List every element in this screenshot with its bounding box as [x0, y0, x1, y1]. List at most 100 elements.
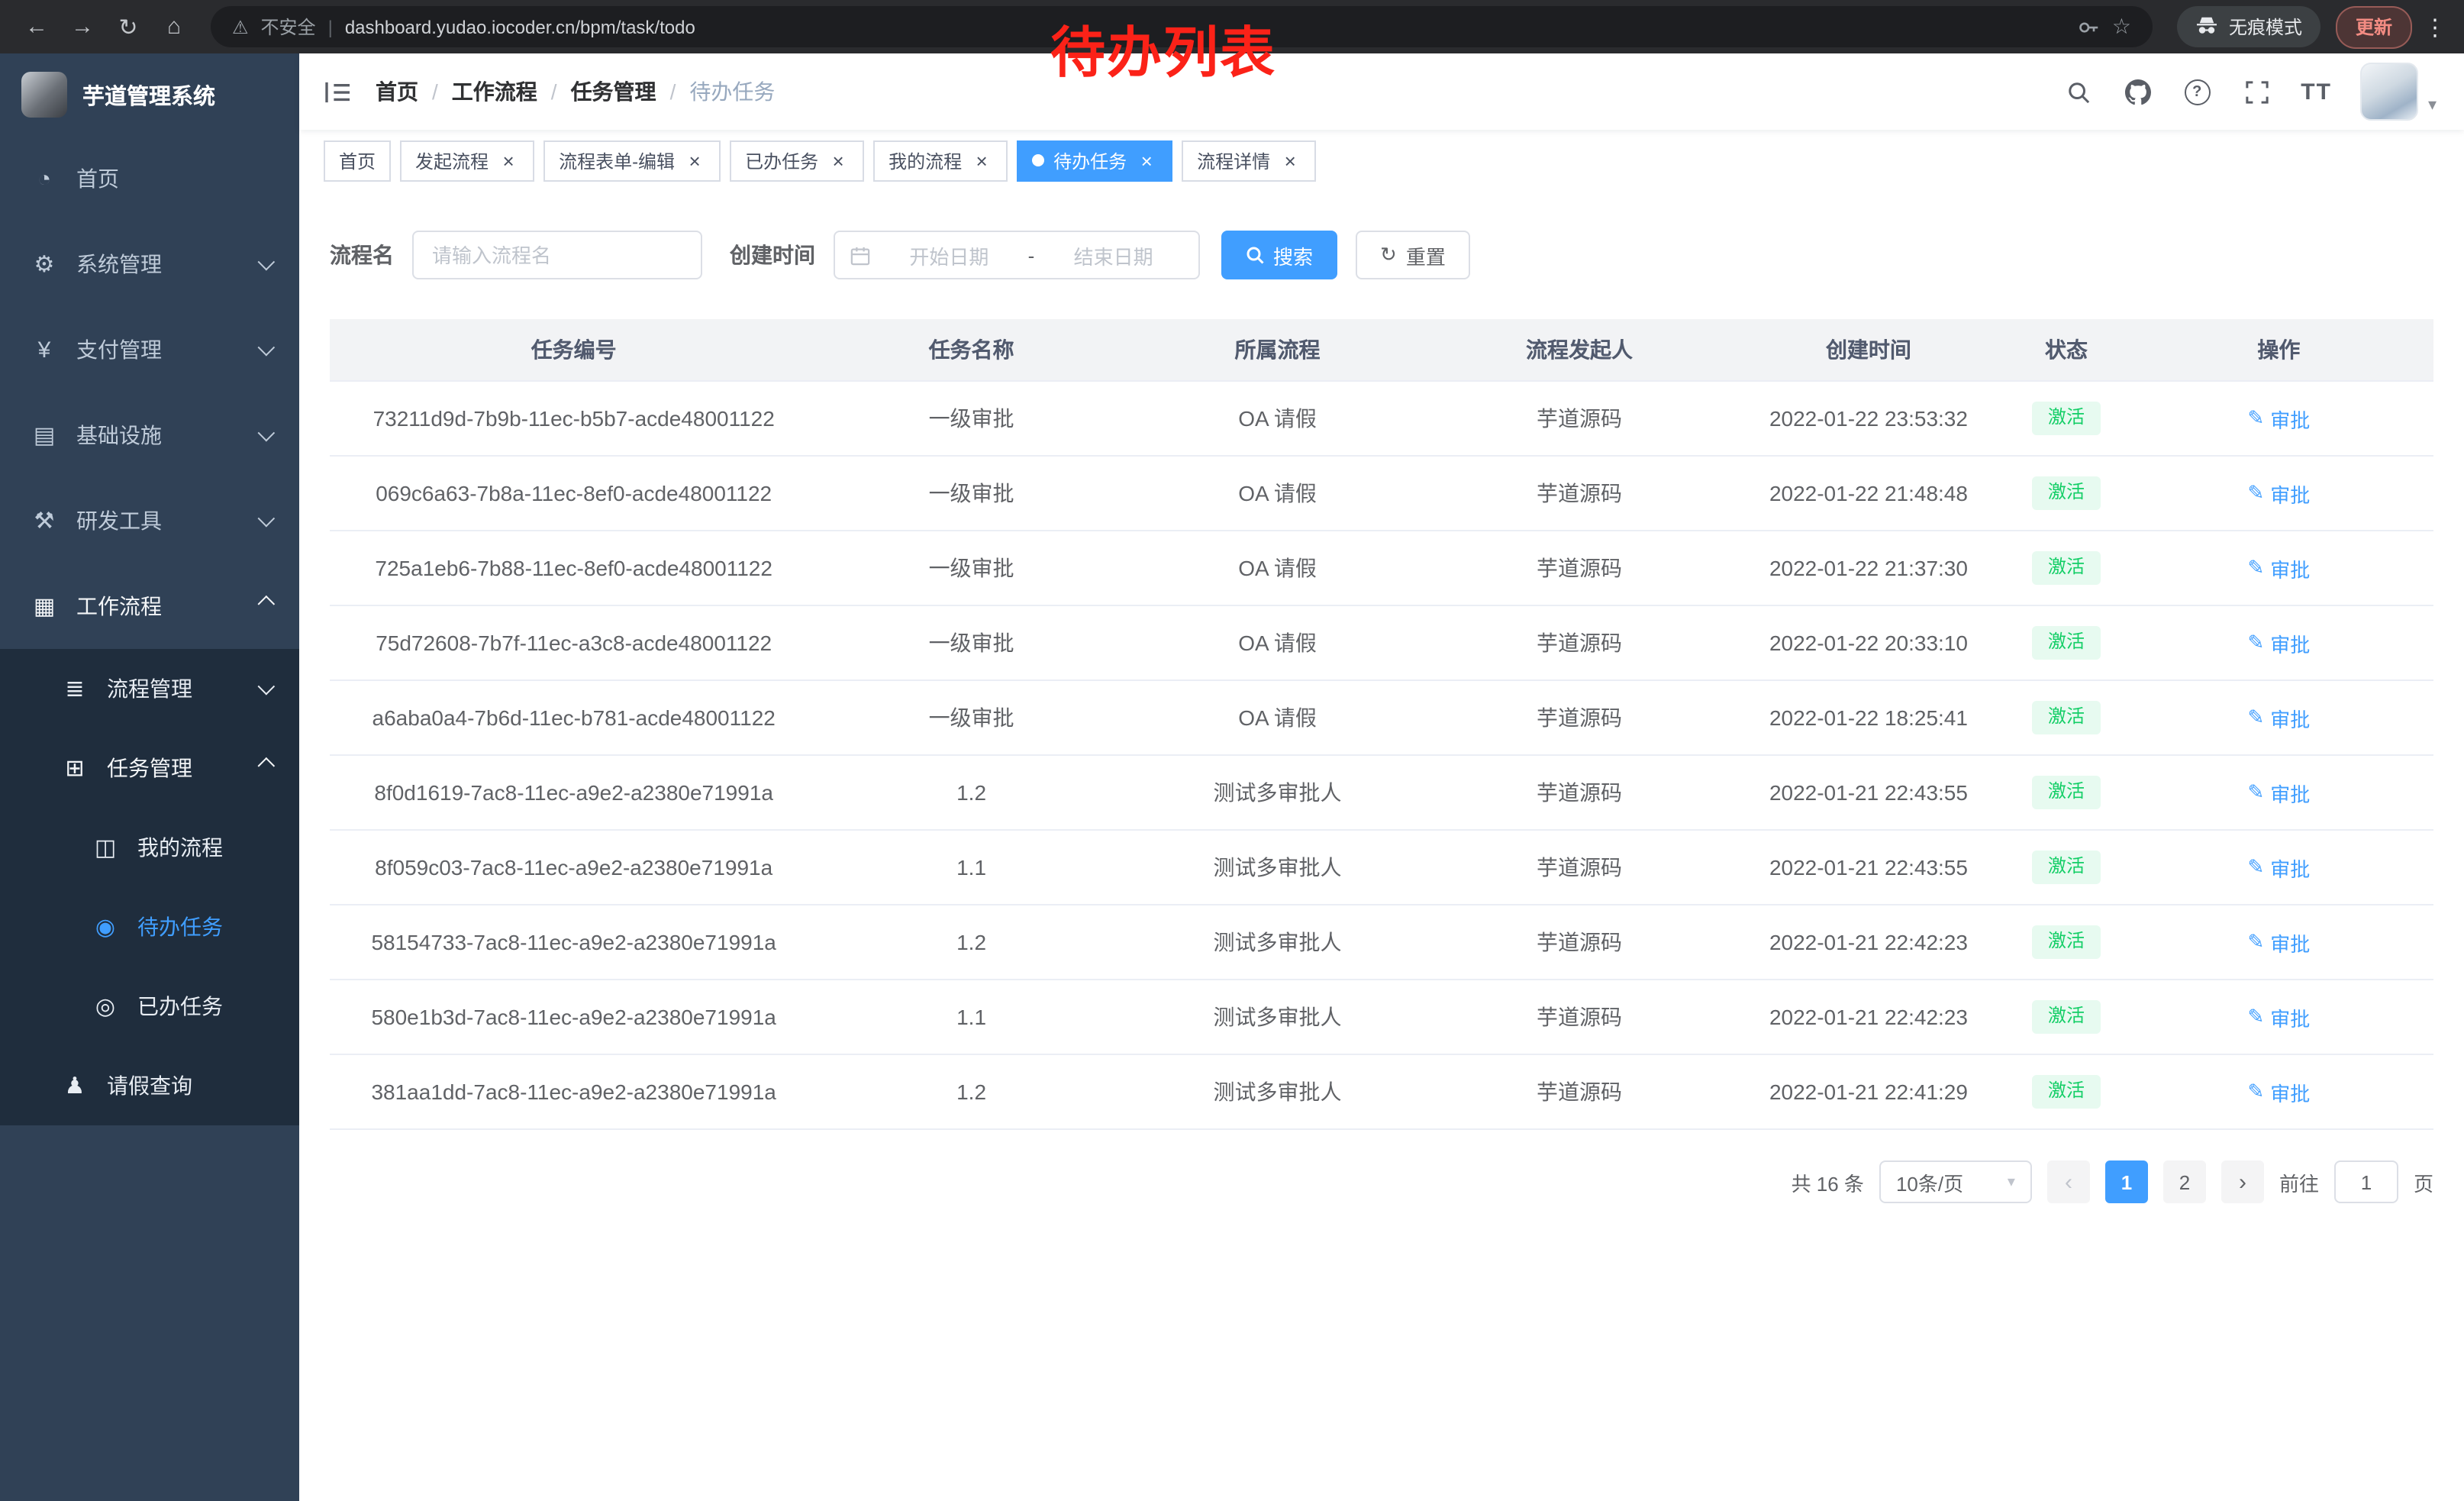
status-badge: 激活	[2033, 551, 2100, 584]
approve-link[interactable]: ✎ 审批	[2247, 703, 2310, 732]
approve-link[interactable]: ✎ 审批	[2247, 778, 2310, 807]
cell-task-id: 725a1eb6-7b88-11ec-8ef0-acde48001122	[330, 531, 818, 605]
tab-home[interactable]: 首页	[324, 140, 391, 181]
sidebar-item-my-process[interactable]: ◫ 我的流程	[0, 808, 299, 887]
cell-action: ✎ 审批	[2124, 1054, 2433, 1129]
browser-back-button[interactable]: ←	[15, 5, 58, 48]
sidebar-item-done-task[interactable]: ◎ 已办任务	[0, 967, 299, 1046]
sidebar-item-task-management[interactable]: ⊞ 任务管理	[0, 728, 299, 808]
tab-done-task[interactable]: 已办任务 ×	[730, 140, 864, 181]
user-menu[interactable]: ▾	[2361, 63, 2437, 121]
chevron-down-icon	[258, 339, 276, 357]
close-icon[interactable]: ×	[1136, 150, 1157, 171]
table-header-row: 任务编号 任务名称 所属流程 流程发起人 创建时间 状态 操作	[330, 319, 2433, 381]
tab-start-process[interactable]: 发起流程 ×	[400, 140, 534, 181]
close-icon[interactable]: ×	[498, 150, 519, 171]
sidebar-logo[interactable]: 芋道管理系统	[0, 53, 299, 136]
breadcrumb-workflow[interactable]: 工作流程	[452, 76, 537, 107]
process-name-input[interactable]	[412, 231, 702, 279]
date-range-picker[interactable]: 开始日期 - 结束日期	[834, 231, 1200, 279]
edit-icon: ✎	[2247, 705, 2264, 730]
cell-initiator: 芋道源码	[1430, 905, 1728, 980]
sidebar-item-leave-query[interactable]: ♟ 请假查询	[0, 1046, 299, 1125]
prev-page-button[interactable]: ‹	[2047, 1160, 2090, 1203]
cell-created: 2022-01-21 22:42:23	[1729, 980, 2009, 1054]
page-button-1[interactable]: 1	[2105, 1160, 2148, 1203]
cell-task-name: 1.2	[818, 905, 1124, 980]
start-date-placeholder[interactable]: 开始日期	[879, 240, 1019, 270]
password-key-icon[interactable]	[2079, 16, 2100, 37]
approve-link[interactable]: ✎ 审批	[2247, 928, 2310, 957]
sidebar-item-infrastructure[interactable]: ▤ 基础设施	[0, 392, 299, 478]
close-icon[interactable]: ×	[1279, 150, 1301, 171]
close-icon[interactable]: ×	[827, 150, 849, 171]
tab-process-form-edit[interactable]: 流程表单-编辑 ×	[543, 140, 721, 181]
font-size-icon[interactable]: TT	[2301, 79, 2332, 105]
edit-icon: ✎	[2247, 780, 2264, 805]
active-dot	[1032, 154, 1044, 166]
tags-view: 首页 发起流程 × 流程表单-编辑 × 已办任务 × 我的流程 ×	[299, 130, 2464, 191]
close-icon[interactable]: ×	[971, 150, 992, 171]
approve-link[interactable]: ✎ 审批	[2247, 1077, 2310, 1106]
process-name-label: 流程名	[330, 240, 394, 270]
edit-icon: ✎	[2247, 631, 2264, 655]
browser-home-button[interactable]: ⌂	[153, 5, 195, 48]
sidebar-item-devtools[interactable]: ⚒ 研发工具	[0, 478, 299, 563]
github-icon[interactable]	[2122, 76, 2153, 107]
browser-reload-button[interactable]: ↻	[107, 5, 150, 48]
approve-link[interactable]: ✎ 审批	[2247, 404, 2310, 433]
end-date-placeholder[interactable]: 结束日期	[1043, 240, 1183, 270]
security-label[interactable]: 不安全	[261, 14, 316, 40]
top-navbar: 首页 / 工作流程 / 任务管理 / 待办任务 ?	[299, 53, 2464, 130]
user-icon: ♟	[61, 1072, 89, 1099]
status-badge: 激活	[2033, 1075, 2100, 1108]
breadcrumb-home[interactable]: 首页	[376, 76, 418, 107]
next-page-button[interactable]: ›	[2221, 1160, 2264, 1203]
cell-process: 测试多审批人	[1125, 980, 1430, 1054]
bookmark-star-icon[interactable]: ☆	[2112, 14, 2131, 40]
sidebar-item-payment[interactable]: ¥ 支付管理	[0, 307, 299, 392]
tab-process-detail[interactable]: 流程详情 ×	[1182, 140, 1316, 181]
breadcrumb-task-management[interactable]: 任务管理	[571, 76, 656, 107]
app: 芋道管理系统 ◔ 首页 ⚙ 系统管理 ¥ 支付管理 ▤	[0, 53, 2464, 1501]
sidebar-item-process-management[interactable]: ≣ 流程管理	[0, 649, 299, 728]
sidebar-item-system[interactable]: ⚙ 系统管理	[0, 221, 299, 307]
tab-my-process[interactable]: 我的流程 ×	[873, 140, 1008, 181]
cell-created: 2022-01-21 22:42:23	[1729, 905, 2009, 980]
status-badge: 激活	[2033, 851, 2100, 883]
search-button[interactable]: 搜索	[1221, 231, 1337, 279]
page-size-select[interactable]: 10条/页 ▾	[1879, 1160, 2032, 1203]
avatar[interactable]	[2361, 63, 2419, 121]
tab-todo-task[interactable]: 待办任务 ×	[1017, 140, 1172, 181]
approve-link[interactable]: ✎ 审批	[2247, 1002, 2310, 1031]
edit-icon: ✎	[2247, 1005, 2264, 1029]
browser-forward-button[interactable]: →	[61, 5, 104, 48]
cell-task-id: 381aa1dd-7ac8-11ec-a9e2-a2380e71991a	[330, 1054, 818, 1129]
goto-page-input[interactable]	[2334, 1160, 2398, 1203]
create-time-label: 创建时间	[730, 240, 815, 270]
sidebar-item-workflow[interactable]: ▦ 工作流程	[0, 563, 299, 649]
page-button-2[interactable]: 2	[2163, 1160, 2206, 1203]
reset-button[interactable]: ↻ 重置	[1356, 231, 1470, 279]
close-icon[interactable]: ×	[684, 150, 705, 171]
browser-update-button[interactable]: 更新	[2336, 5, 2412, 48]
approve-link[interactable]: ✎ 审批	[2247, 628, 2310, 657]
cell-process: OA 请假	[1125, 381, 1430, 456]
table-row: 580e1b3d-7ac8-11ec-a9e2-a2380e71991a 1.1…	[330, 980, 2433, 1054]
approve-link[interactable]: ✎ 审批	[2247, 479, 2310, 508]
page-url[interactable]: dashboard.yudao.iocoder.cn/bpm/task/todo	[345, 16, 695, 37]
sidebar-item-todo-task[interactable]: ◉ 待办任务	[0, 887, 299, 967]
approve-link[interactable]: ✎ 审批	[2247, 554, 2310, 583]
search-icon[interactable]	[2062, 76, 2093, 107]
browser-menu-icon[interactable]: ⋮	[2421, 13, 2449, 40]
approve-link[interactable]: ✎ 审批	[2247, 853, 2310, 882]
cell-status: 激活	[2008, 381, 2124, 456]
sidebar-item-home[interactable]: ◔ 首页	[0, 136, 299, 221]
edit-icon: ✎	[2247, 406, 2264, 431]
collapse-sidebar-icon[interactable]	[299, 53, 376, 130]
fullscreen-icon[interactable]	[2241, 76, 2272, 107]
navbar-actions: ? TT ▾	[2062, 63, 2437, 121]
help-icon[interactable]: ?	[2182, 76, 2212, 107]
cell-status: 激活	[2008, 980, 2124, 1054]
cell-task-name: 1.2	[818, 755, 1124, 830]
